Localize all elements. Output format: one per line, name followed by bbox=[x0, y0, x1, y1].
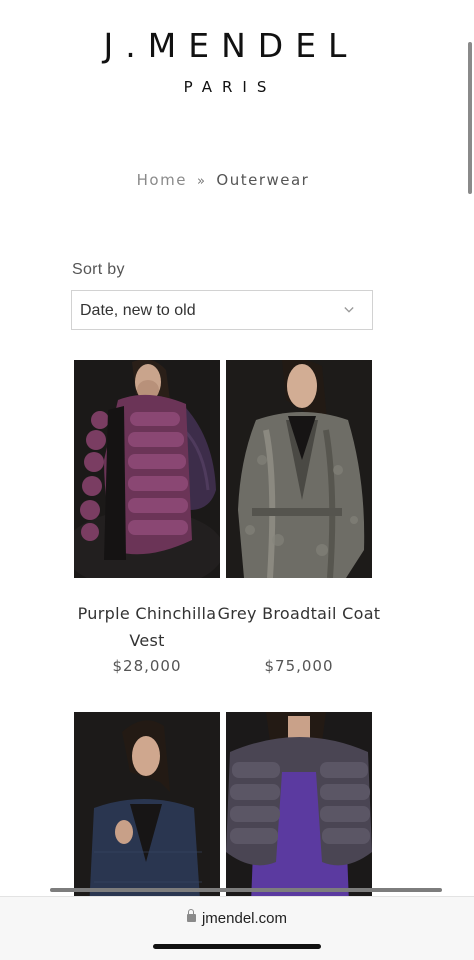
sort-label: Sort by bbox=[72, 261, 125, 278]
browser-url-bar[interactable]: jmendel.com bbox=[0, 909, 474, 927]
brand-subtitle: PARIS bbox=[183, 78, 277, 96]
home-indicator[interactable] bbox=[153, 944, 321, 949]
product-price: $75,000 bbox=[264, 657, 334, 675]
breadcrumb-home-link[interactable]: Home bbox=[137, 171, 187, 189]
vertical-scroll-indicator[interactable] bbox=[468, 42, 472, 194]
page: J.MENDEL PARIS Home » Outerwear Sort by Da… bbox=[0, 0, 474, 960]
product-title[interactable]: Purple Chinchilla Vest bbox=[64, 600, 230, 654]
brand-logo[interactable]: J.MENDEL PARIS bbox=[0, 26, 450, 96]
model-grey-broadtail-coat-image bbox=[226, 360, 372, 578]
product-image-grey-broadtail-coat[interactable] bbox=[226, 360, 372, 578]
product-price: $28,000 bbox=[112, 657, 182, 675]
brand-name: J.MENDEL bbox=[103, 26, 359, 65]
browser-bottom-bar bbox=[0, 896, 474, 960]
browser-url: jmendel.com bbox=[201, 910, 288, 927]
model-purple-fur-vest-image bbox=[74, 360, 220, 578]
sort-dropdown[interactable]: Date, new to old bbox=[71, 290, 373, 330]
breadcrumb-current: Outerwear bbox=[216, 171, 310, 189]
product-title[interactable]: Grey Broadtail Coat bbox=[216, 600, 382, 627]
horizontal-scroll-indicator[interactable] bbox=[50, 888, 442, 892]
product-image-purple-chinchilla-vest[interactable] bbox=[74, 360, 220, 578]
sort-selected-value: Date, new to old bbox=[80, 302, 196, 319]
breadcrumb: Home » Outerwear bbox=[0, 171, 446, 189]
breadcrumb-separator: » bbox=[196, 174, 207, 189]
lock-icon bbox=[186, 909, 196, 922]
chevron-down-icon bbox=[344, 307, 354, 313]
